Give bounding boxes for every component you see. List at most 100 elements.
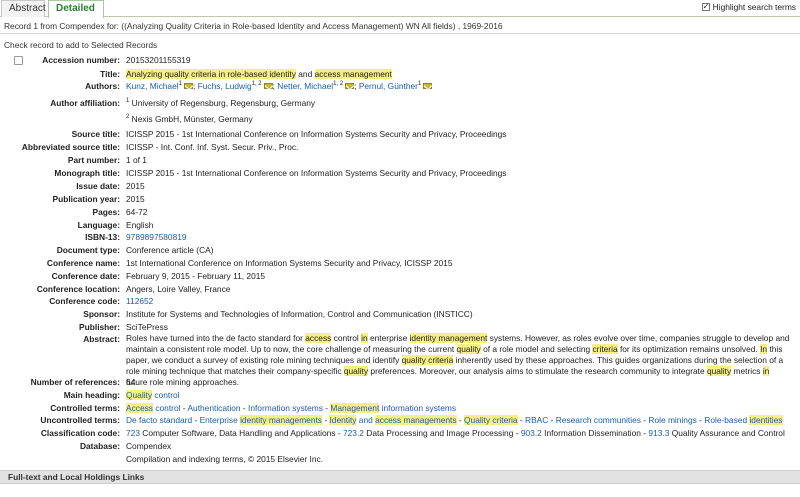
field-value: 64-72 — [126, 207, 148, 217]
affiliation-text: University of Regensburg, Regensburg, Ge… — [131, 98, 316, 108]
main-heading-link[interactable]: Quality control — [126, 389, 180, 401]
author-link[interactable]: Fuchs, Ludwig — [198, 81, 252, 91]
term-part: De facto standard — [126, 415, 193, 425]
title-value: Analyzing quality criteria in role-based… — [126, 68, 392, 80]
term-part: Role-based — [704, 415, 750, 425]
classification-code-link[interactable]: 723.2 — [343, 428, 364, 438]
field-value: ICISSP 2015 - 1st International Conferen… — [126, 168, 507, 178]
abstract-segment: of a role model and selecting — [480, 344, 593, 354]
isbn-link[interactable]: 9789897580819 — [126, 231, 187, 243]
highlighted-term: access — [305, 333, 332, 343]
term-part: Access — [126, 403, 153, 413]
affiliation-sup: 1 — [126, 98, 130, 105]
field-label: Monograph title: — [54, 168, 120, 178]
field-publication-year: Publication year: 2015 — [0, 193, 800, 205]
field-value: Compendex — [126, 441, 172, 451]
field-label: Source title: — [71, 129, 120, 139]
field-conference-location: Conference location: Angers, Loire Valle… — [0, 283, 800, 295]
field-pages: Pages: 64-72 — [0, 206, 800, 218]
field-value: SciTePress — [126, 322, 168, 332]
field-label: Conference date: — [51, 271, 120, 281]
field-label: Conference location: — [36, 284, 120, 294]
tab-abstract[interactable]: Abstract — [1, 0, 46, 17]
email-icon[interactable] — [263, 83, 273, 89]
field-label: Conference name: — [46, 258, 120, 268]
classification-description: Data Processing and Image Processing — [363, 428, 514, 438]
field-number-of-references: Number of references: 64 — [0, 376, 800, 388]
tab-detailed[interactable]: Detailed — [48, 0, 104, 18]
field-value: 1st International Conference on Informat… — [126, 258, 453, 268]
affiliation-sup: 1, 2 — [251, 81, 262, 88]
field-label: Sponsor: — [83, 309, 120, 319]
author-link[interactable]: Netter, Michael — [277, 81, 333, 91]
term-part: Identity — [329, 415, 357, 425]
highlighted-term: criteria — [592, 344, 618, 354]
uncontrolled-term-link[interactable]: Role minings — [648, 415, 696, 425]
field-value: Conference article (CA) — [126, 245, 214, 255]
field-label: Title: — [100, 69, 120, 79]
abstract-segment: for its optimization remains unsolved. — [617, 344, 761, 354]
controlled-term-link[interactable]: Authentication — [187, 403, 240, 413]
conference-code-link[interactable]: 112652 — [126, 295, 153, 307]
field-source-title: Source title: ICISSP 2015 - 1st Internat… — [0, 128, 800, 140]
uncontrolled-term-link[interactable]: RBAC — [525, 415, 548, 425]
term-part: access managements — [375, 415, 457, 425]
field-label: Language: — [77, 220, 120, 230]
term-part: RBAC — [525, 415, 549, 425]
uncontrolled-term-link[interactable]: Identity and access managements — [329, 415, 457, 425]
author-link[interactable]: Pernul, Günther — [359, 81, 418, 91]
record-description: Record 1 from Compendex for: ((Analyzing… — [4, 21, 503, 31]
highlighted-term: in — [762, 366, 770, 376]
affiliation-sup: 1 — [178, 81, 182, 88]
affiliation-item: 2 Nexis GmbH, Münster, Germany — [126, 113, 253, 125]
term-separator: - — [548, 415, 556, 425]
copyright-text: Compilation and indexing terms, © 2015 E… — [126, 454, 324, 464]
highlight-search-terms-toggle[interactable]: Highlight search terms — [701, 1, 796, 13]
affiliation-item: 1 University of Regensburg, Regensburg, … — [126, 97, 315, 109]
uncontrolled-term-link[interactable]: Quality criteria — [464, 415, 518, 425]
field-part-number: Part number: 1 of 1 — [0, 154, 800, 166]
classification-description: Information Dissemination — [541, 428, 641, 438]
field-label: Publication year: — [52, 194, 120, 204]
uncontrolled-term-link[interactable]: Role-based identities — [704, 415, 783, 425]
email-icon[interactable] — [183, 83, 193, 89]
author-link[interactable]: Kunz, Michael — [126, 81, 179, 91]
abstract-segment: metrics — [731, 366, 763, 376]
affiliation-sup: 1 — [417, 81, 422, 88]
classification-code-link[interactable]: 723 — [126, 428, 140, 438]
field-controlled-terms: Controlled terms: Access control - Authe… — [0, 402, 800, 414]
field-label: Document type: — [56, 245, 120, 255]
email-icon[interactable] — [345, 83, 355, 89]
uncontrolled-term-link[interactable]: Research communities — [556, 415, 641, 425]
full-text-links-bar[interactable]: Full-text and Local Holdings Links — [0, 470, 800, 484]
classification-code-link[interactable]: 913.3 — [648, 428, 669, 438]
controlled-term-link[interactable]: Access control — [126, 403, 180, 413]
highlighted-term: identity management — [409, 333, 488, 343]
highlighted-term: quality — [343, 366, 369, 376]
term-part: and — [356, 415, 376, 425]
highlight-checkbox[interactable] — [701, 1, 710, 13]
classification-description: Computer Software, Data Handling and App… — [139, 428, 336, 438]
field-label: Accession number: — [42, 55, 120, 65]
field-label: Pages: — [92, 207, 120, 217]
field-authors: Authors: Kunz, Michael1; Fuchs, Ludwig1,… — [0, 80, 800, 92]
controlled-term-link[interactable]: Management information systems — [330, 403, 456, 413]
term-separator: - — [192, 415, 200, 425]
field-conference-code: Conference code: 112652 — [0, 295, 800, 307]
uncontrolled-term-link[interactable]: Enterprise identity managements — [200, 415, 322, 425]
main-heading-part: control — [152, 390, 180, 400]
field-value: Angers, Loire Valley, France — [126, 284, 231, 294]
term-separator: - — [517, 415, 526, 425]
field-label: Issue date: — [76, 181, 120, 191]
field-sponsor: Sponsor: Institute for Systems and Techn… — [0, 308, 800, 320]
uncontrolled-term-link[interactable]: De facto standard — [126, 415, 192, 425]
term-part: Enterprise — [199, 415, 241, 425]
controlled-term-link[interactable]: Information systems — [248, 403, 323, 413]
email-icon[interactable] — [423, 83, 433, 89]
field-conference-name: Conference name: 1st International Confe… — [0, 257, 800, 269]
field-accession-number: Accession number: 20153201155319 — [0, 54, 800, 66]
highlighted-term: quality — [706, 366, 732, 376]
field-label: Part number: — [67, 155, 120, 165]
term-part: Quality criteria — [464, 415, 518, 425]
classification-code-link[interactable]: 903.2 — [521, 428, 542, 438]
